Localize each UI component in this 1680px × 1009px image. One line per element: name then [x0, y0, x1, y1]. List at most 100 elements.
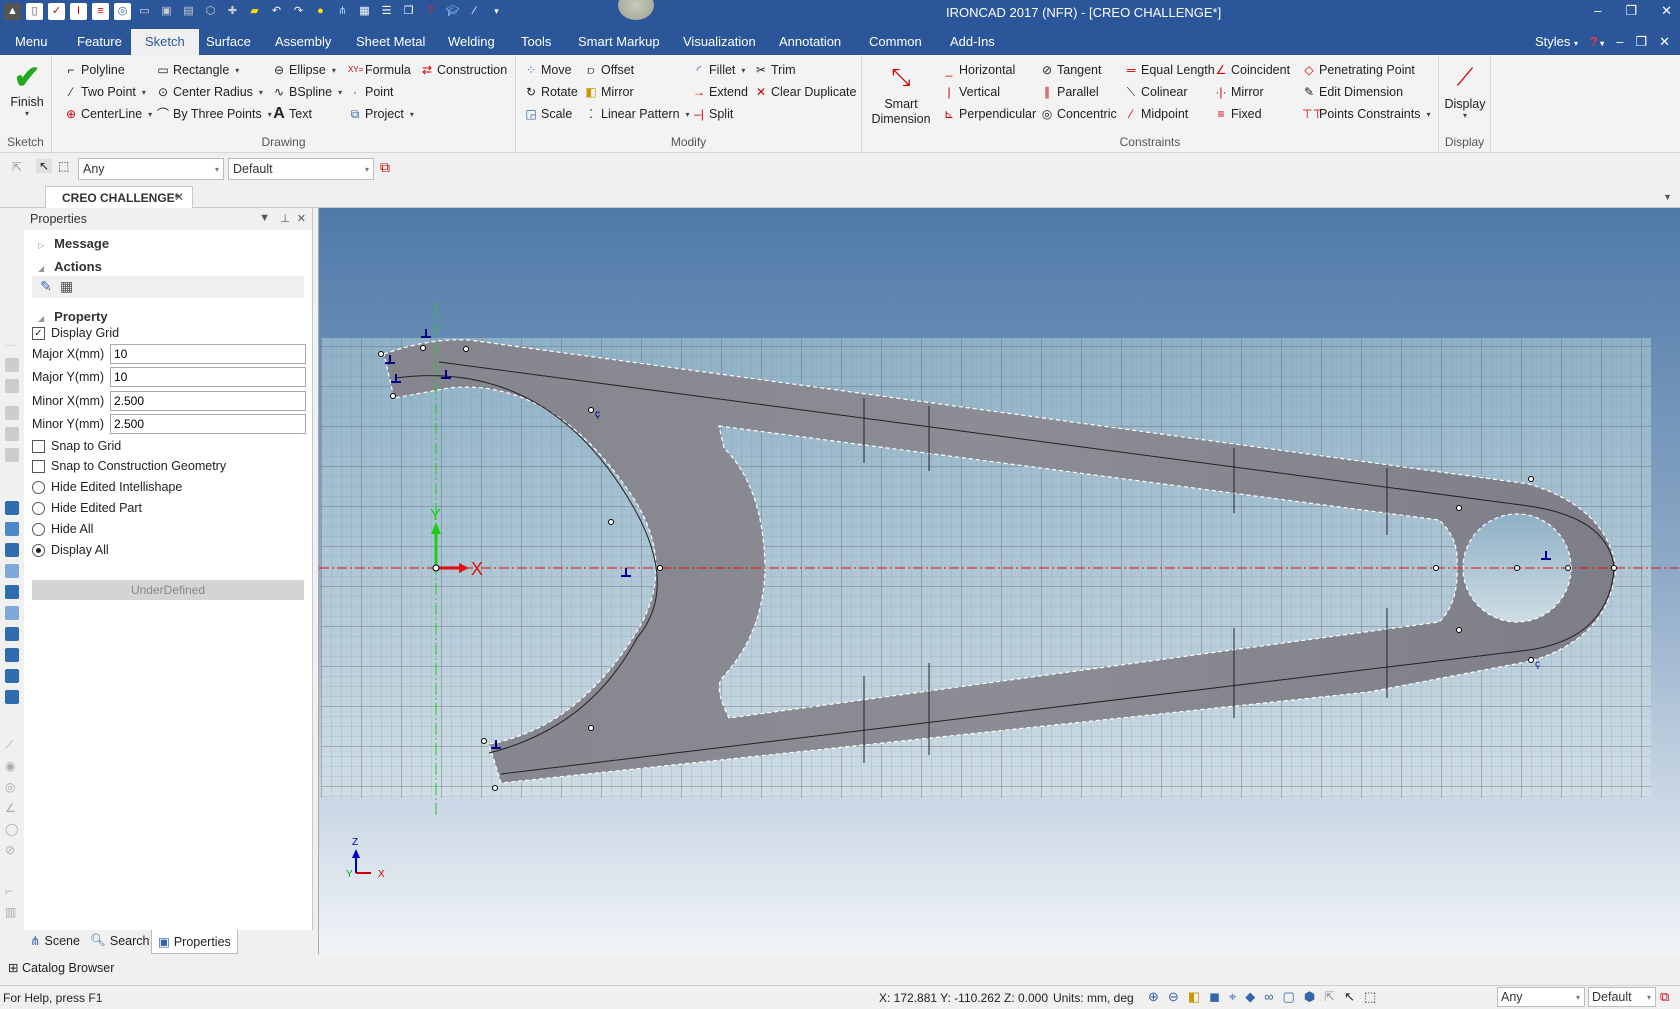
save-icon[interactable]: ▣	[158, 3, 175, 20]
new-icon[interactable]: ▯	[26, 3, 43, 20]
new-sheet-icon[interactable]: ≡	[92, 3, 109, 20]
styles-dropdown[interactable]: Styles ▾	[1535, 34, 1578, 50]
add-part-icon[interactable]: ✚	[224, 3, 241, 20]
offset-button[interactable]: ⫐ Offset	[584, 63, 634, 77]
doc-minimize-icon[interactable]: –	[1616, 34, 1623, 50]
polyline-button[interactable]: ⌐ Polyline	[64, 63, 124, 77]
copy-icon[interactable]: ❐	[400, 3, 417, 20]
tab-scene[interactable]: ⋔ Scene	[30, 933, 80, 949]
panel-menu-icon[interactable]: ▼	[259, 212, 270, 224]
section-message[interactable]: ▷ Message	[38, 236, 109, 251]
list-icon[interactable]: ☰	[378, 3, 395, 20]
tab-sheet-metal[interactable]: Sheet Metal	[356, 34, 425, 49]
render-mode-icon[interactable]: ◆	[1245, 989, 1255, 1005]
center-radius-button[interactable]: ⊙ Center Radius ▾	[156, 85, 263, 99]
select-parent-icon[interactable]: ⇱	[12, 160, 22, 174]
select-parent-icon-status[interactable]: ⇱	[1324, 989, 1335, 1005]
tab-tools[interactable]: Tools	[521, 34, 551, 49]
shading-icon[interactable]: ◼	[1209, 989, 1220, 1005]
layer-icon[interactable]	[5, 379, 19, 393]
minor-x-input[interactable]	[110, 391, 306, 411]
move-button[interactable]: ⁘ Move	[524, 63, 572, 77]
box-select-icon-status[interactable]: ⬚	[1364, 989, 1376, 1005]
checkbox-checked[interactable]: ✓	[32, 326, 45, 340]
fillet-button[interactable]: ◜ Fillet ▾	[692, 63, 746, 77]
vertical-button[interactable]: | Vertical	[942, 85, 1000, 99]
extend-button[interactable]: → Extend	[692, 85, 748, 99]
view-iso1-icon[interactable]	[5, 627, 19, 641]
tangent-button[interactable]: ⊘ Tangent	[1040, 63, 1102, 77]
close-panel-icon[interactable]: ✕	[297, 212, 306, 225]
assembly-view-icon[interactable]: ⬢	[1304, 989, 1315, 1005]
section-actions[interactable]: ◢ Actions	[38, 259, 102, 274]
construction-button[interactable]: ⇄ Construction	[420, 63, 507, 77]
select-pointer-icon[interactable]: ↖	[36, 159, 53, 173]
tab-assembly[interactable]: Assembly	[275, 34, 331, 49]
points-constraints-button[interactable]: ⊤⊤ Points Constraints ▾	[1302, 107, 1430, 121]
underdefined-status-button[interactable]: UnderDefined	[32, 580, 304, 600]
bspline-button[interactable]: ∿ BSpline ▾	[272, 85, 342, 99]
diameter-icon[interactable]: ⊘	[5, 843, 19, 857]
text-annotation-icon[interactable]: ⌐	[5, 884, 19, 898]
view-front-icon[interactable]	[5, 501, 19, 515]
horizontal-button[interactable]: _ Horizontal	[942, 63, 1016, 77]
status-filter-dropdown[interactable]: Any ▾	[1497, 987, 1585, 1007]
catalog-browser-button[interactable]: ⊞ Catalog Browser	[0, 955, 313, 980]
mirror-button[interactable]: ◧ Mirror	[584, 85, 633, 99]
midpoint-button[interactable]: ⁄ Midpoint	[1124, 107, 1188, 121]
view-cube-icon[interactable]: ▢	[1283, 989, 1295, 1005]
new-part-icon[interactable]: ◎	[114, 3, 131, 20]
tree-icon[interactable]: ⋔	[334, 3, 351, 20]
view-iso4-icon[interactable]	[5, 690, 19, 704]
radius-icon[interactable]: ◯	[5, 822, 19, 836]
colinear-button[interactable]: ⟍ Colinear	[1124, 85, 1188, 99]
configuration-dropdown[interactable]: Default ▾	[228, 158, 374, 180]
point-button[interactable]: · Point	[348, 85, 394, 99]
view-bottom-icon[interactable]	[5, 606, 19, 620]
edit-sketch-icon[interactable]: ✎	[40, 278, 52, 295]
view-orient-icon[interactable]: ◧	[1188, 989, 1200, 1005]
tab-welding[interactable]: Welding	[448, 34, 495, 49]
view-back-icon[interactable]	[5, 585, 19, 599]
radio-off[interactable]	[32, 480, 45, 494]
rotate-button[interactable]: ↻ Rotate	[524, 85, 578, 99]
linear-pattern-button[interactable]: ⁚ Linear Pattern ▾	[584, 107, 689, 121]
tab-add-ins[interactable]: Add-Ins	[950, 34, 995, 49]
undo-icon[interactable]: ↶	[268, 3, 285, 20]
sketch-canvas[interactable]: Y X ç ç Z X Y	[319, 208, 1680, 954]
camera-icon[interactable]: ⌖	[1229, 989, 1236, 1005]
split-button[interactable]: –| Split	[692, 107, 733, 121]
display-all-radio[interactable]: Display All	[32, 543, 109, 557]
hide-edited-part-radio[interactable]: Hide Edited Part	[32, 501, 142, 515]
graduate-icon[interactable]: 🎓︎	[444, 3, 461, 20]
view-iso2-icon[interactable]	[5, 648, 19, 662]
display-grid-checkbox[interactable]: ✓ Display Grid	[32, 326, 119, 340]
clear-duplicate-button[interactable]: ✕ Clear Duplicate	[754, 85, 857, 99]
ellipse-button[interactable]: ⊖ Ellipse ▾	[272, 63, 336, 77]
layer-add-icon[interactable]	[5, 358, 19, 372]
view-iso3-icon[interactable]	[5, 669, 19, 683]
render-icon[interactable]: ▦	[356, 3, 373, 20]
sketch-table-icon[interactable]: ▦	[60, 278, 73, 295]
view-left-icon[interactable]	[5, 543, 19, 557]
redo-icon[interactable]: ↷	[290, 3, 307, 20]
box-select-icon[interactable]: ⬚	[58, 159, 69, 173]
angle-icon[interactable]: ∠	[5, 801, 19, 815]
fixed-button[interactable]: ≡ Fixed	[1214, 107, 1261, 121]
open-icon[interactable]: ▭	[136, 3, 153, 20]
smart-dimension-button[interactable]: ⤡ Smart Dimension	[866, 59, 936, 127]
new-drawing-icon[interactable]: I	[70, 3, 87, 20]
print-icon[interactable]: ⬡	[202, 3, 219, 20]
tab-surface[interactable]: Surface	[206, 34, 251, 49]
3d-viewport[interactable]: Y X ç ç Z X Y	[318, 208, 1680, 954]
tab-annotation[interactable]: Annotation	[779, 34, 841, 49]
section-view-icon[interactable]: ◉	[5, 759, 19, 773]
equal-length-button[interactable]: ═ Equal Length	[1124, 63, 1215, 77]
snap-to-grid-checkbox[interactable]: Snap to Grid	[32, 439, 121, 453]
smart-paint-icon[interactable]: ●	[312, 3, 329, 20]
glasses-icon[interactable]: ∞	[1264, 989, 1273, 1005]
edit-dimension-button[interactable]: ✎ Edit Dimension	[1302, 85, 1403, 99]
document-tab[interactable]: CREO CHALLENGE* ✕	[45, 186, 193, 208]
trim-button[interactable]: ✂ Trim	[754, 63, 796, 77]
tab-smart-markup[interactable]: Smart Markup	[578, 34, 660, 49]
